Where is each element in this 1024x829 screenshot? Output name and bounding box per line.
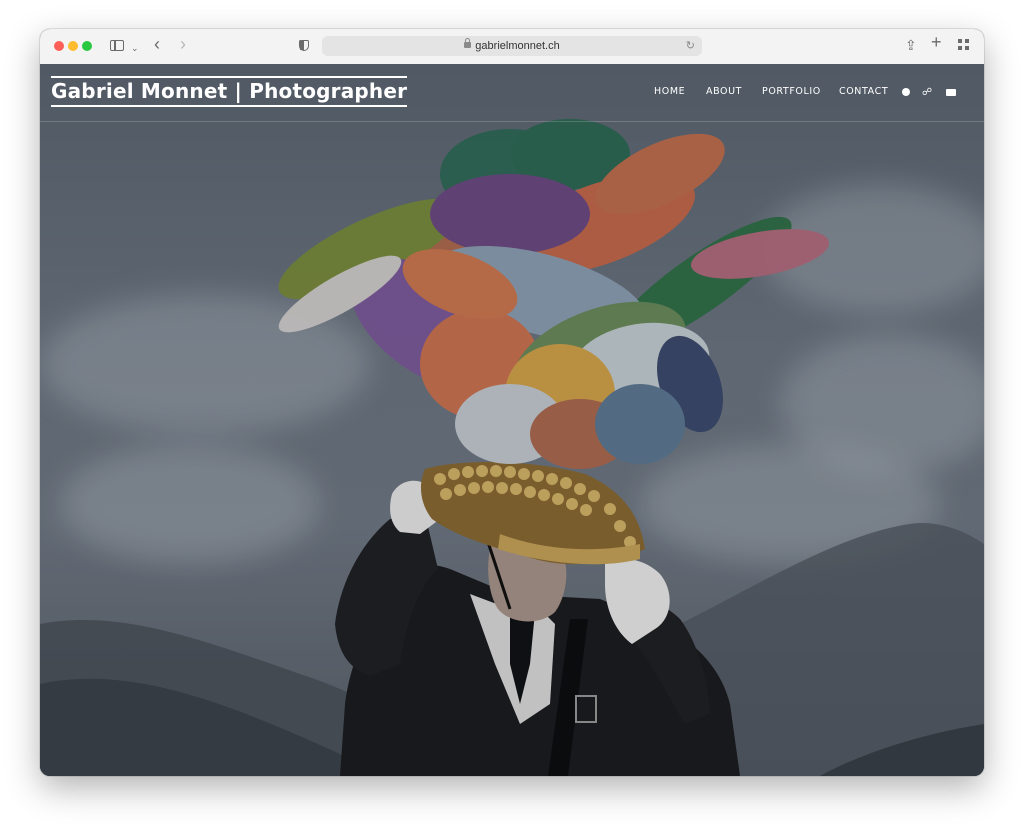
globe-icon[interactable] [902,88,910,96]
close-window-button[interactable] [54,41,64,51]
browser-toolbar: ⌄ ‹ › gabrielmonnet.ch ↻ ⇪ + [40,29,984,65]
main-nav: HOME ABOUT PORTFOLIO CONTACT ☍ [654,86,984,100]
site-header: Gabriel Monnet | Photographer HOME ABOUT… [40,64,984,122]
minimize-window-button[interactable] [68,41,78,51]
share-icon[interactable]: ⇪ [905,36,917,54]
nav-home[interactable]: HOME [654,86,685,97]
nav-contact[interactable]: CONTACT [839,86,888,97]
back-button[interactable]: ‹ [154,35,160,53]
site-title[interactable]: Gabriel Monnet | Photographer [51,76,408,107]
nav-about[interactable]: ABOUT [706,86,742,97]
tab-overview-icon[interactable] [958,39,969,50]
reload-icon[interactable]: ↻ [686,36,695,56]
page-content: Gabriel Monnet | Photographer HOME ABOUT… [40,64,984,776]
url-text: gabrielmonnet.ch [475,40,560,52]
privacy-shield-icon[interactable] [299,40,309,51]
mail-icon[interactable] [946,89,956,96]
zoom-window-button[interactable] [82,41,92,51]
forward-button[interactable]: › [180,35,186,53]
lock-icon [464,38,472,48]
browser-window: ⌄ ‹ › gabrielmonnet.ch ↻ ⇪ + Gabriel Mon… [40,29,984,776]
chevron-down-icon[interactable]: ⌄ [131,39,139,57]
hero-photo [40,64,984,776]
address-bar[interactable]: gabrielmonnet.ch ↻ [322,36,702,56]
share-icon[interactable]: ☍ [922,87,932,98]
sidebar-toggle-icon[interactable] [110,40,124,51]
new-tab-button[interactable]: + [931,33,942,51]
nav-portfolio[interactable]: PORTFOLIO [762,86,821,97]
